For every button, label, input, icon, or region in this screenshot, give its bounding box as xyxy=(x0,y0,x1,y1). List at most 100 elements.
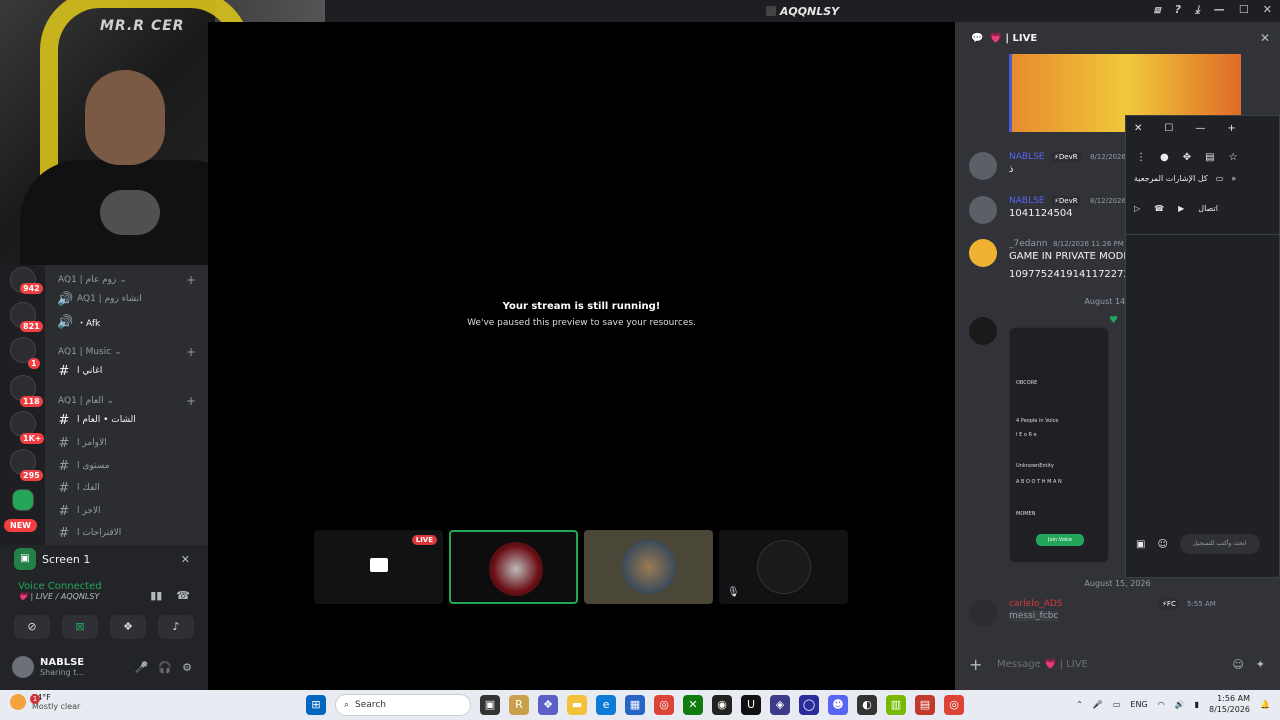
avatar[interactable] xyxy=(969,317,997,345)
share-screen-button[interactable]: ⊠ xyxy=(62,615,98,639)
app-icon[interactable]: ◯ xyxy=(799,695,819,715)
app-icon[interactable]: ◉ xyxy=(712,695,732,715)
text-channel[interactable]: # الاجر ا xyxy=(57,501,200,521)
voice-channel[interactable]: 🔊 ・Afk xyxy=(57,312,200,332)
gear-icon[interactable]: ⚙ xyxy=(182,661,192,674)
volume-icon[interactable]: 🔊 xyxy=(1175,700,1185,709)
avatar[interactable] xyxy=(969,239,997,267)
teams-icon[interactable]: ❖ xyxy=(538,695,558,715)
folder-icon[interactable]: ▭ xyxy=(1216,174,1224,183)
app-icon[interactable]: U xyxy=(741,695,761,715)
add-channel-icon[interactable]: + xyxy=(186,345,196,359)
minimize-icon[interactable]: — xyxy=(1195,123,1205,134)
activities-button[interactable]: ❖ xyxy=(110,615,146,639)
new-tab-icon[interactable]: + xyxy=(1227,123,1235,134)
attach-plus-icon[interactable]: + xyxy=(969,655,987,674)
popup-input[interactable]: ابحث وأكتب للتسجيل xyxy=(1179,534,1260,554)
text-channel[interactable]: # اغاني ا xyxy=(57,361,200,381)
participant-tile[interactable] xyxy=(584,530,713,604)
text-channel[interactable]: # الاوامر ا xyxy=(57,433,200,453)
network-icon[interactable]: ▭ xyxy=(1113,700,1121,709)
headphones-icon[interactable]: 🎧 xyxy=(158,661,172,674)
camera-off-button[interactable]: ⊘ xyxy=(14,615,50,639)
author-name[interactable]: carlelo_ADS xyxy=(1009,599,1063,609)
close-icon[interactable]: ✕ xyxy=(1134,123,1142,134)
windows-start-icon[interactable]: ⊞ xyxy=(306,695,326,715)
double-chevron-icon[interactable]: » xyxy=(1231,174,1236,183)
edge-icon[interactable]: e xyxy=(596,695,616,715)
author-name[interactable]: _7edann xyxy=(1009,239,1047,249)
text-channel[interactable]: # مستوى ا xyxy=(57,456,200,476)
add-channel-icon[interactable]: + xyxy=(186,273,196,287)
store-icon[interactable]: ▦ xyxy=(625,695,645,715)
play-icon[interactable]: ▷ xyxy=(1134,204,1140,213)
task-view-icon[interactable]: ▣ xyxy=(480,695,500,715)
download-icon[interactable]: ⤓ xyxy=(1195,3,1200,17)
help-icon[interactable]: ? xyxy=(1175,3,1181,17)
text-channel[interactable]: # الشات • العام ا xyxy=(57,410,200,430)
voice-channel[interactable]: 🔊 AQ1 | انشاء روم xyxy=(57,289,200,309)
minimize-button[interactable]: — xyxy=(1214,3,1225,17)
mic-icon[interactable]: 🎤 xyxy=(1093,700,1103,709)
app-icon[interactable]: ◈ xyxy=(770,695,790,715)
close-button[interactable]: ✕ xyxy=(1263,3,1272,17)
chrome-icon[interactable]: ◎ xyxy=(944,695,964,715)
mic-icon[interactable]: 🎤 xyxy=(135,661,149,674)
search-box[interactable]: ⌕ Search xyxy=(335,694,471,716)
bookmarks-label[interactable]: كل الإشارات المرجعية xyxy=(1134,174,1208,183)
emoji-icon[interactable]: ☺ xyxy=(1232,658,1243,671)
author-name[interactable]: NABLSE xyxy=(1009,196,1044,206)
weather-widget[interactable]: 1 74°F Mostly clear xyxy=(10,693,80,711)
profile-icon[interactable]: ● xyxy=(1160,152,1169,163)
clock[interactable]: 1:56 AM 8/15/2026 xyxy=(1209,693,1250,715)
category-header[interactable]: AQ1 | Music ⌄ xyxy=(58,347,122,357)
message-placeholder[interactable]: Message 💗 | LIVE xyxy=(997,659,1088,670)
participant-tile[interactable]: 🎙 xyxy=(719,530,848,604)
author-name[interactable]: NABLSE xyxy=(1009,152,1044,162)
close-icon[interactable]: ✕ xyxy=(181,553,190,566)
xbox-icon[interactable]: ✕ xyxy=(683,695,703,715)
nvidia-icon[interactable]: ▥ xyxy=(886,695,906,715)
screen-tile[interactable]: LIVE xyxy=(314,530,443,604)
file-explorer-icon[interactable]: ▬ xyxy=(567,695,587,715)
text-channel[interactable]: # الفك ا xyxy=(57,478,200,498)
sidebar-icon[interactable]: ▤ xyxy=(1205,152,1214,163)
category-header[interactable]: AQ1 | العام ⌄ xyxy=(58,396,114,406)
emoji-icon[interactable]: ☺ xyxy=(1157,539,1167,550)
app-icon[interactable]: ▤ xyxy=(915,695,935,715)
menu-dots-icon[interactable]: ⋮ xyxy=(1136,152,1146,163)
disconnect-icon[interactable]: ☎ xyxy=(176,589,190,602)
account-row[interactable]: NABLSE Sharing t... 🎤 🎧 ⚙ xyxy=(0,649,208,685)
folder-icon[interactable] xyxy=(12,489,34,511)
note-icon[interactable]: ▣ xyxy=(1136,539,1145,550)
maximize-button[interactable]: ☐ xyxy=(1239,3,1249,17)
signal-icon[interactable]: ▮▮ xyxy=(150,589,162,602)
maximize-icon[interactable]: ☐ xyxy=(1164,123,1173,134)
language-indicator[interactable]: ENG xyxy=(1130,700,1147,709)
text-channel[interactable]: # الاقتراحات ا xyxy=(57,523,200,543)
extensions-icon[interactable]: ✥ xyxy=(1183,152,1191,163)
screen-share-row[interactable]: ▣ Screen 1 ✕ xyxy=(0,545,208,573)
avatar[interactable] xyxy=(969,196,997,224)
battery-icon[interactable]: ▮ xyxy=(1195,700,1199,709)
video-icon[interactable]: ▶ xyxy=(1178,204,1184,213)
chevron-up-icon[interactable]: ⌃ xyxy=(1076,700,1083,709)
add-channel-icon[interactable]: + xyxy=(186,394,196,408)
soundboard-button[interactable]: ♪ xyxy=(158,615,194,639)
participant-tile[interactable] xyxy=(449,530,578,604)
activity-icon[interactable]: ✦ xyxy=(1256,658,1265,671)
app-icon[interactable]: R xyxy=(509,695,529,715)
phone-icon[interactable]: ☎ xyxy=(1154,204,1164,213)
message-input[interactable]: + Message 💗 | LIVE ☺ ✦ xyxy=(969,649,1269,679)
app-icon[interactable]: ◐ xyxy=(857,695,877,715)
avatar[interactable] xyxy=(969,152,997,180)
close-icon[interactable]: ✕ xyxy=(1260,31,1270,45)
call-label[interactable]: اتصال xyxy=(1198,204,1218,213)
notification-bell-icon[interactable]: 🔔 xyxy=(1260,700,1270,709)
attached-screenshot[interactable]: OBCORE 4 People in Voice I E o R e Unkno… xyxy=(1009,327,1109,563)
avatar[interactable] xyxy=(12,656,34,678)
discord-icon[interactable]: ☻ xyxy=(828,695,848,715)
wifi-icon[interactable]: ◠ xyxy=(1158,700,1165,709)
category-header[interactable]: AQ1 | زوم عام ⌄ xyxy=(58,275,127,285)
avatar[interactable] xyxy=(969,599,997,627)
